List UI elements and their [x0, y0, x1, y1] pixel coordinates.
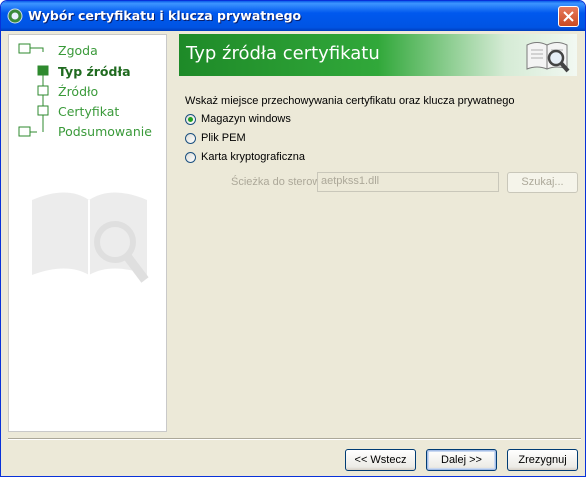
step-content: Wskaż miejsce przechowywania certyfikatu…: [171, 77, 581, 435]
cancel-button-label: Zrezygnuj: [518, 454, 567, 466]
document-magnifier-watermark-icon: [32, 192, 149, 283]
radio-button[interactable]: [185, 133, 196, 144]
radio-button-selected[interactable]: [185, 114, 196, 125]
app-icon: [7, 8, 23, 24]
footer-separator: [8, 438, 581, 440]
radio-label[interactable]: Plik PEM: [201, 132, 246, 144]
step-header-title: Typ źródła certyfikatu: [186, 43, 380, 64]
radio-label[interactable]: Magazyn windows: [201, 113, 291, 125]
close-icon: [563, 11, 574, 22]
source-prompt: Wskaż miejsce przechowywania certyfikatu…: [185, 95, 515, 107]
driver-path-input: aetpkss1.dll: [317, 172, 499, 192]
radio-button[interactable]: [185, 152, 196, 163]
step-header: Typ źródła certyfikatu: [179, 34, 577, 76]
document-magnifier-icon: [526, 42, 570, 73]
back-button-label: << Wstecz: [354, 454, 407, 466]
cancel-button[interactable]: Zrezygnuj: [507, 449, 578, 471]
next-button-label: Dalej >>: [441, 454, 482, 466]
step-zgoda: Zgoda: [58, 43, 98, 58]
step-podsumowanie: Podsumowanie: [58, 124, 152, 139]
title-bar[interactable]: Wybór certyfikatu i klucza prywatnego: [1, 1, 585, 31]
search-button: Szukaj...: [507, 172, 578, 193]
close-button[interactable]: [558, 6, 579, 27]
dialog-window: Wybór certyfikatu i klucza prywatnego Zg…: [0, 0, 586, 477]
back-button[interactable]: << Wstecz: [345, 449, 416, 471]
radio-label[interactable]: Karta kryptograficzna: [201, 151, 305, 163]
window-title: Wybór certyfikatu i klucza prywatnego: [28, 8, 302, 23]
next-button[interactable]: Dalej >>: [426, 449, 497, 471]
step-zrodlo: Źródło: [58, 84, 99, 99]
step-certyfikat: Certyfikat: [58, 104, 120, 119]
steps-panel: Zgoda Typ źródła Źródło Certyfikat Podsu…: [8, 34, 167, 432]
step-typ-zrodla: Typ źródła: [58, 64, 131, 79]
